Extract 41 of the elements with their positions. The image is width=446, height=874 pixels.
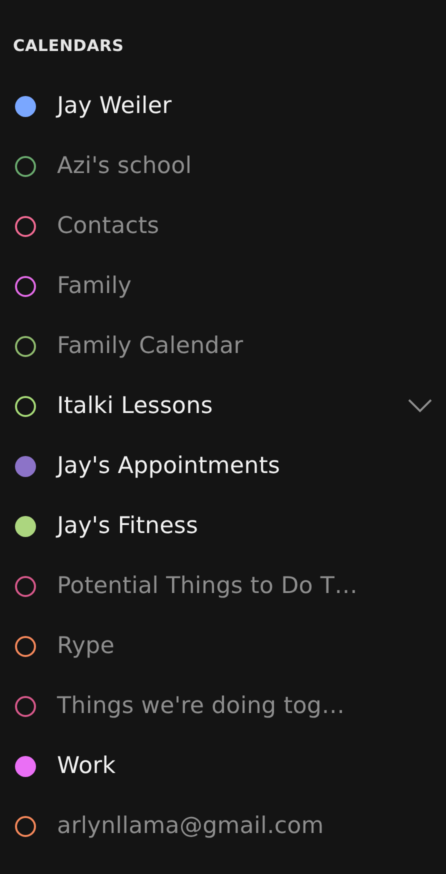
calendar-item[interactable]: Things we're doing tog…: [0, 676, 446, 736]
calendar-name: Things we're doing tog…: [57, 693, 345, 719]
calendar-color-dot[interactable]: [15, 576, 36, 596]
calendar-item[interactable]: Potential Things to Do T…: [0, 556, 446, 616]
calendar-item[interactable]: Jay's Appointments: [0, 436, 446, 496]
calendar-color-dot[interactable]: [15, 636, 36, 656]
calendar-name: Rype: [57, 633, 114, 659]
calendar-name: Jay Weiler: [57, 93, 172, 119]
calendar-name: Potential Things to Do T…: [57, 573, 358, 599]
calendar-name: Jay's Appointments: [57, 453, 280, 479]
calendar-name: arlynllama@gmail.com: [57, 813, 324, 839]
calendar-item[interactable]: Family: [0, 256, 446, 316]
calendar-color-dot[interactable]: [15, 276, 36, 296]
calendar-item[interactable]: Rype: [0, 616, 446, 676]
calendar-color-dot[interactable]: [15, 816, 36, 836]
calendar-color-dot[interactable]: [15, 96, 36, 116]
calendar-name: Jay's Fitness: [57, 513, 198, 539]
calendar-name: Family Calendar: [57, 333, 244, 359]
calendar-item[interactable]: Jay's Fitness: [0, 496, 446, 556]
section-heading: CALENDARS: [13, 36, 125, 55]
calendar-name: Family: [57, 273, 132, 299]
chevron-down-icon[interactable]: [408, 399, 432, 413]
calendar-name: Contacts: [57, 213, 160, 239]
calendar-color-dot[interactable]: [15, 756, 36, 776]
calendar-item[interactable]: Family Calendar: [0, 316, 446, 376]
calendar-item[interactable]: Contacts: [0, 196, 446, 256]
calendar-item[interactable]: Italki Lessons: [0, 376, 446, 436]
calendar-item[interactable]: Work: [0, 736, 446, 796]
calendar-name: Work: [57, 753, 116, 779]
calendar-color-dot[interactable]: [15, 216, 36, 236]
calendar-color-dot[interactable]: [15, 396, 36, 416]
calendar-color-dot[interactable]: [15, 456, 36, 476]
calendar-color-dot[interactable]: [15, 156, 36, 176]
calendar-color-dot[interactable]: [15, 336, 36, 356]
calendar-name: Azi's school: [57, 153, 192, 179]
calendar-item[interactable]: Jay Weiler: [0, 76, 446, 136]
calendar-color-dot[interactable]: [15, 696, 36, 716]
calendar-name: Italki Lessons: [57, 393, 213, 419]
calendar-item[interactable]: Azi's school: [0, 136, 446, 196]
calendar-color-dot[interactable]: [15, 516, 36, 536]
calendar-item[interactable]: arlynllama@gmail.com: [0, 796, 446, 856]
